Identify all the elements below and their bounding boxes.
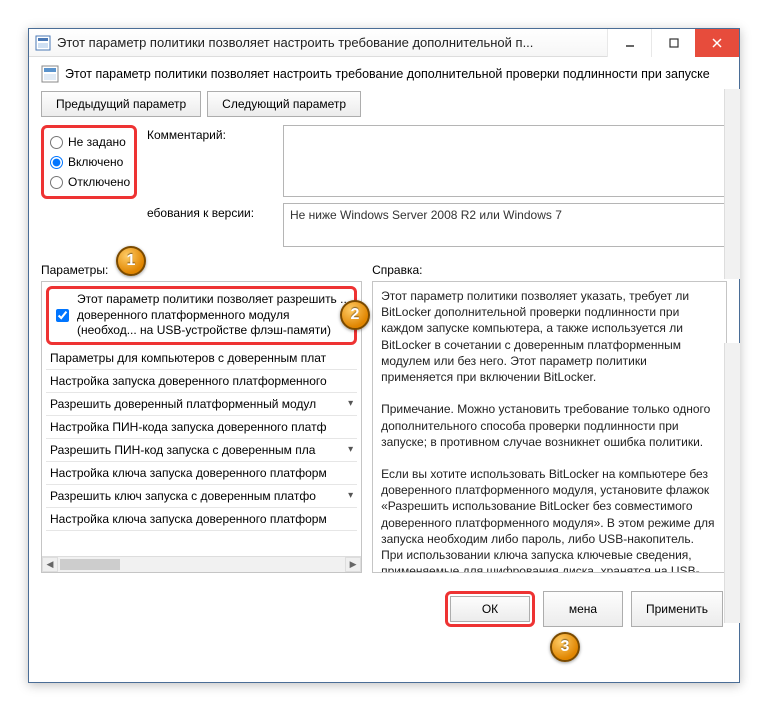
right-scroll-upper[interactable] [724, 89, 740, 279]
param-line: Параметры для компьютеров с доверенным п… [46, 347, 357, 370]
param-line: Настройка ключа запуска доверенного плат… [46, 508, 357, 531]
scroll-left-icon[interactable]: ◀ [42, 557, 58, 572]
policy-header: Этот параметр политики позволяет настрои… [41, 65, 727, 83]
help-label: Справка: [372, 263, 727, 277]
radio-disabled-input[interactable] [50, 176, 63, 189]
policy-header-text: Этот параметр политики позволяет настрои… [65, 67, 710, 81]
ok-button[interactable]: ОК [450, 596, 530, 622]
maximize-button[interactable] [651, 29, 695, 57]
radio-enabled[interactable]: Включено [46, 152, 132, 172]
window-title: Этот параметр политики позволяет настрои… [57, 35, 607, 50]
marker-2: 2 [340, 300, 370, 330]
allow-without-tpm-checkbox[interactable]: Этот параметр политики позволяет разреши… [52, 292, 351, 339]
scroll-thumb[interactable] [60, 559, 120, 570]
radio-not-configured[interactable]: Не задано [46, 132, 132, 152]
policy-icon [41, 65, 59, 83]
gpo-editor-window: Этот параметр политики позволяет настрои… [28, 28, 740, 683]
params-h-scrollbar[interactable]: ◀ ▶ [42, 556, 361, 572]
scroll-right-icon[interactable]: ▶ [345, 557, 361, 572]
version-label: ебования к версии: [147, 203, 277, 247]
help-panel[interactable]: Этот параметр политики позволяет указать… [372, 281, 727, 573]
param-line: Настройка ключа запуска доверенного плат… [46, 462, 357, 485]
radio-enabled-input[interactable] [50, 156, 63, 169]
marker-1: 1 [116, 246, 146, 276]
radio-disabled-label: Отключено [68, 175, 130, 189]
help-paragraph: Примечание. Можно установить требование … [381, 401, 718, 450]
action-buttons: ОК мена Применить [41, 591, 727, 627]
allow-without-tpm-text: Этот параметр политики позволяет разреши… [77, 292, 351, 339]
param-line: Настройка запуска доверенного платформен… [46, 370, 357, 393]
radio-not-configured-input[interactable] [50, 136, 63, 149]
params-label: Параметры: [41, 263, 362, 277]
next-setting-button[interactable]: Следующий параметр [207, 91, 361, 117]
radio-enabled-label: Включено [68, 155, 123, 169]
allow-without-tpm-input[interactable] [56, 295, 69, 336]
marker-3: 3 [550, 632, 580, 662]
allow-without-tpm-block: Этот параметр политики позволяет разреши… [46, 286, 357, 345]
param-combo[interactable]: Разрешить ключ запуска с доверенным плат… [46, 485, 357, 508]
help-paragraph: Этот параметр политики позволяет указать… [381, 288, 718, 385]
param-line: Настройка ПИН-кода запуска доверенного п… [46, 416, 357, 439]
titlebar: Этот параметр политики позволяет настрои… [29, 29, 739, 57]
params-panel: Этот параметр политики позволяет разреши… [41, 281, 362, 573]
window-icon [35, 35, 51, 51]
comment-textarea[interactable] [283, 125, 727, 197]
cancel-button[interactable]: мена [543, 591, 623, 627]
state-radio-group: Не задано Включено Отключено [41, 125, 137, 253]
comment-label: Комментарий: [147, 125, 277, 197]
apply-button[interactable]: Применить [631, 591, 723, 627]
window-buttons [607, 29, 739, 57]
radio-not-configured-label: Не задано [68, 135, 126, 149]
radio-disabled[interactable]: Отключено [46, 172, 132, 192]
help-paragraph: Если вы хотите использовать BitLocker на… [381, 466, 718, 573]
right-scroll-lower[interactable] [724, 343, 740, 623]
version-box: Не ниже Windows Server 2008 R2 или Windo… [283, 203, 727, 247]
prev-setting-button[interactable]: Предыдущий параметр [41, 91, 201, 117]
close-button[interactable] [695, 29, 739, 57]
param-combo[interactable]: Разрешить доверенный платформенный модул [46, 393, 357, 416]
param-combo[interactable]: Разрешить ПИН-код запуска с доверенным п… [46, 439, 357, 462]
minimize-button[interactable] [607, 29, 651, 57]
